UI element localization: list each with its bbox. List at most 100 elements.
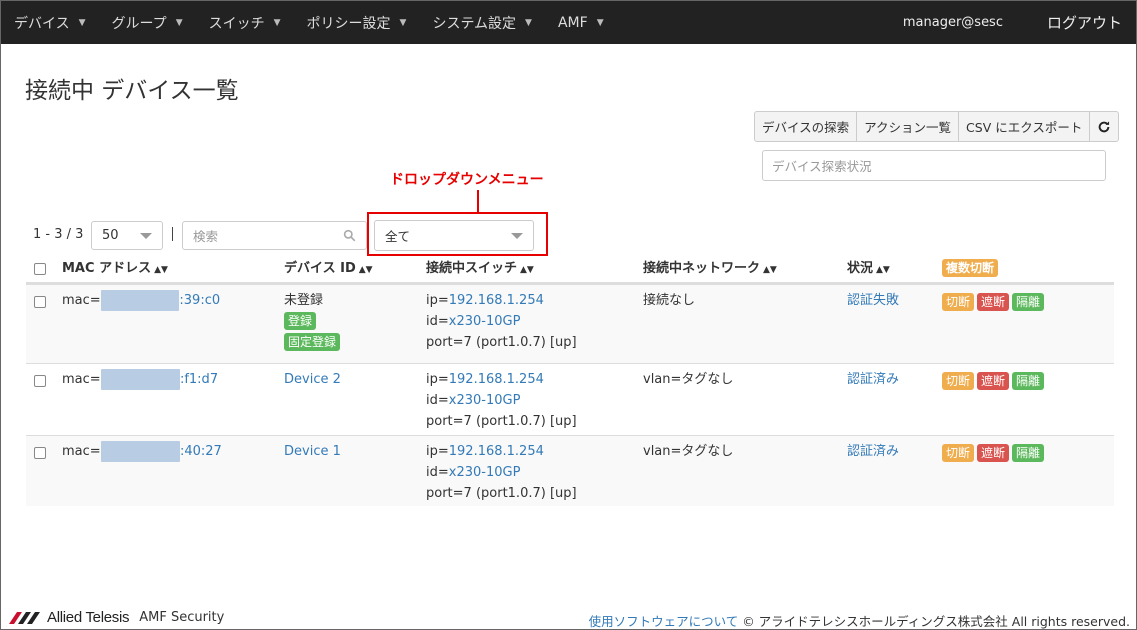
switch-cell: ip=192.168.1.254 id=x230-10GP port=7 (po…: [426, 369, 577, 432]
footer-product: AMF Security: [139, 610, 225, 625]
current-user: manager@sesc: [902, 15, 1003, 30]
dropdown-arrow-icon: [511, 232, 523, 239]
allied-telesis-logo-icon: [9, 611, 40, 624]
switch-id-link[interactable]: x230-10GP: [449, 465, 521, 480]
mac-masked-link[interactable]: b8:6b:23:1b: [100, 441, 180, 462]
actions-list-button[interactable]: アクション一覧: [856, 111, 960, 142]
nav-system[interactable]: システム設定 ▼: [419, 1, 545, 44]
top-navbar: デバイス ▼ グループ ▼ スイッチ ▼ ポリシー設定 ▼ システム設定 ▼ AMF ▼ m…: [1, 1, 1136, 44]
sort-icon: ▲▼: [763, 265, 777, 275]
switch-id-link[interactable]: x230-10GP: [449, 314, 521, 329]
select-all-checkbox[interactable]: [34, 263, 46, 275]
mac-prefix: mac=: [62, 444, 101, 459]
refresh-icon: [1099, 120, 1110, 132]
header-network[interactable]: 接続中ネットワーク ▲▼: [643, 258, 777, 281]
block-button[interactable]: 遮断: [977, 444, 1010, 462]
mac-cell: mac=b8:6b:23:1b:40:27: [62, 441, 222, 462]
nav-switches-label: スイッチ: [208, 15, 265, 32]
sort-icon: ▲▼: [358, 265, 373, 275]
ip-label: ip=: [426, 372, 449, 387]
row-checkbox[interactable]: [34, 375, 46, 387]
id-label: id=: [426, 314, 449, 329]
mac-masked-link[interactable]: 00:1a:eb:63: [100, 290, 180, 311]
sort-icon: ▲▼: [520, 265, 534, 275]
device-discovery-status-field[interactable]: デバイス探索状況: [762, 150, 1106, 181]
register-button[interactable]: 登録: [284, 312, 317, 330]
device-id-cell: 未登録 登録 固定登録: [284, 290, 343, 353]
bulk-disconnect-button[interactable]: 複数切断: [942, 259, 999, 277]
table-row: mac=04:7d:7b:12:f1:d7 Device 2 ip=192.16…: [26, 363, 1114, 435]
port-text: port=7 (port1.0.7) [up]: [426, 414, 577, 429]
mac-suffix-link[interactable]: :39:c0: [179, 293, 220, 308]
dropdown-arrow-icon: [140, 232, 152, 239]
switch-ip-link[interactable]: 192.168.1.254: [449, 293, 544, 308]
device-table: MAC アドレス ▲▼ デバイス ID ▲▼ 接続中スイッチ ▲▼ 接続中ネットワーク…: [26, 254, 1114, 506]
sort-icon: ▲▼: [876, 265, 890, 275]
network-cell: vlan=タグなし: [643, 444, 734, 459]
header-device-id-label: デバイス ID: [284, 261, 356, 276]
disconnect-button[interactable]: 切断: [942, 293, 975, 311]
header-switch-label: 接続中スイッチ: [426, 261, 518, 276]
export-csv-button[interactable]: CSV にエクスポート: [958, 111, 1091, 142]
toolbar-button-group: デバイスの探索 アクション一覧 CSV にエクスポート: [754, 111, 1120, 142]
caret-down-icon: ▼: [78, 17, 86, 28]
annotation-label: ドロップダウンメニュー: [390, 172, 544, 188]
switch-ip-link[interactable]: 192.168.1.254: [449, 372, 544, 387]
switch-id-link[interactable]: x230-10GP: [449, 393, 521, 408]
per-page-select[interactable]: 50: [91, 221, 163, 250]
row-checkbox[interactable]: [34, 296, 46, 308]
mac-cell: mac=04:7d:7b:12:f1:d7: [62, 369, 218, 390]
nav-policy-label: ポリシー設定: [306, 15, 391, 32]
device-id-link[interactable]: Device 1: [284, 444, 341, 459]
status-filter-dropdown[interactable]: 全て: [374, 220, 534, 251]
row-actions: 切断 遮断 隔離: [942, 292, 1047, 313]
header-switch[interactable]: 接続中スイッチ ▲▼: [426, 258, 534, 281]
status-link[interactable]: 認証失敗: [847, 293, 899, 308]
header-bulk-disconnect[interactable]: 複数切断: [942, 258, 1001, 279]
nav-switches[interactable]: スイッチ ▼: [196, 1, 294, 44]
nav-policy[interactable]: ポリシー設定 ▼: [294, 1, 420, 44]
switch-ip-link[interactable]: 192.168.1.254: [449, 444, 544, 459]
block-button[interactable]: 遮断: [977, 293, 1010, 311]
nav-amf[interactable]: AMF ▼: [545, 1, 617, 44]
sort-icon: ▲▼: [154, 265, 168, 275]
switch-cell: ip=192.168.1.254 id=x230-10GP port=7 (po…: [426, 290, 577, 353]
mac-suffix-link[interactable]: :f1:d7: [180, 372, 218, 387]
refresh-button[interactable]: [1089, 111, 1120, 142]
network-cell: 接続なし: [643, 293, 696, 308]
device-id-link[interactable]: Device 2: [284, 372, 341, 387]
status-cell: 認証済み: [847, 369, 899, 390]
nav-groups[interactable]: グループ ▼: [99, 1, 196, 44]
header-status[interactable]: 状況 ▲▼: [847, 258, 890, 281]
header-mac-label: MAC アドレス: [62, 261, 152, 276]
footer-right: 使用ソフトウェアについて © アライドテレシスホールディングス株式会社 All …: [589, 611, 1130, 630]
device-id-cell: Device 2: [284, 369, 341, 390]
isolate-button[interactable]: 隔離: [1012, 372, 1045, 390]
block-button[interactable]: 遮断: [977, 372, 1010, 390]
search-devices-button[interactable]: デバイスの探索: [754, 111, 858, 142]
result-count: 1 - 3 / 3: [33, 227, 84, 242]
status-link[interactable]: 認証済み: [847, 444, 899, 459]
ip-label: ip=: [426, 293, 449, 308]
row-checkbox[interactable]: [34, 447, 46, 459]
isolate-button[interactable]: 隔離: [1012, 444, 1045, 462]
disconnect-button[interactable]: 切断: [942, 372, 975, 390]
per-page-value: 50: [102, 228, 119, 243]
device-id-cell: Device 1: [284, 441, 341, 462]
nav-devices[interactable]: デバイス ▼: [1, 1, 99, 44]
footer-logo: Allied Telesis AMF Security: [9, 609, 224, 626]
status-cell: 認証失敗: [847, 290, 899, 311]
header-mac[interactable]: MAC アドレス ▲▼: [62, 258, 168, 281]
isolate-button[interactable]: 隔離: [1012, 293, 1045, 311]
mac-masked-link[interactable]: 04:7d:7b:12: [100, 369, 180, 390]
search-input[interactable]: 検索: [182, 221, 367, 250]
mac-suffix-link[interactable]: :40:27: [180, 444, 222, 459]
port-text: port=7 (port1.0.7) [up]: [426, 486, 577, 501]
table-row: mac=b8:6b:23:1b:40:27 Device 1 ip=192.16…: [26, 435, 1114, 506]
logout-link[interactable]: ログアウト: [1047, 12, 1122, 33]
disconnect-button[interactable]: 切断: [942, 444, 975, 462]
status-link[interactable]: 認証済み: [847, 372, 899, 387]
fixed-register-button[interactable]: 固定登録: [284, 333, 341, 351]
about-software-link[interactable]: 使用ソフトウェアについて: [589, 614, 739, 629]
header-device-id[interactable]: デバイス ID ▲▼: [284, 258, 373, 281]
